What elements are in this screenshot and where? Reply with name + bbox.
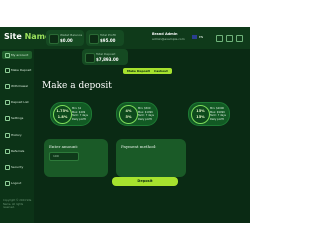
page-title: Make a deposit <box>42 81 112 91</box>
sidebar-item-label: History <box>11 133 22 137</box>
menu-icon[interactable] <box>236 35 243 42</box>
plan-term: Term: 7 days <box>72 114 88 117</box>
sidebar-item-label: Settings <box>11 116 24 120</box>
plan-term: Term: 7 days <box>138 114 154 117</box>
plan-details: Min: $1 Max: $499 Term: 7 days Daily pro… <box>72 107 88 121</box>
amount-input-value: 100 <box>53 154 59 158</box>
sidebar-item-label: Deposit List <box>11 100 29 104</box>
wallet-icon <box>49 34 59 44</box>
plan-card-2[interactable]: 4% 5% Min: $500 Max: $1999 Term: 7 days … <box>116 102 158 126</box>
total-deposit-card: Total Deposit $7,893.00 <box>82 49 128 65</box>
deposit-button[interactable]: Deposit <box>112 177 178 186</box>
total-profit-value: $95.00 <box>100 38 116 43</box>
amount-label: Enter amount: <box>49 144 79 149</box>
sidebar-item-label: My account <box>11 53 29 57</box>
payment-method-card[interactable]: Payment method: <box>116 139 186 177</box>
sidebar-item-label: Referrals <box>11 149 25 153</box>
plan-percent-2: 1.8% <box>57 115 68 119</box>
wallet-balance-label: Wallet Balance <box>60 33 83 37</box>
logout-icon <box>5 181 10 186</box>
sidebar: My account Make Deposit Withdrawal Depos… <box>0 49 34 223</box>
plan-min: Min: $2000 <box>210 107 225 110</box>
list-icon <box>5 100 10 105</box>
total-deposit-label: Total Deposit <box>96 52 116 56</box>
sidebar-item-label: Security <box>11 165 24 169</box>
withdrawal-icon <box>5 84 10 89</box>
amount-card: Enter amount: 100 <box>44 139 108 177</box>
plan-percent-1: 15% <box>196 109 205 113</box>
logo-site-text: Site <box>4 32 22 41</box>
payment-method-label: Payment method: <box>121 144 157 149</box>
language-selector[interactable]: EN <box>192 35 203 39</box>
cashout-button[interactable]: Cashout <box>150 68 172 74</box>
total-profit-label: Total Profit <box>100 33 116 37</box>
sidebar-item-my-account[interactable]: My account <box>2 51 32 59</box>
sidebar-item-referrals[interactable]: Referrals <box>2 147 32 155</box>
plan-percent-circle: 15% 15% <box>191 105 210 124</box>
plan-details: Min: $2000 Max: $9999 Term: 7 days Daily… <box>210 107 226 121</box>
sidebar-item-settings[interactable]: Settings <box>2 114 32 122</box>
copyright-text: Copyright © 2024 Site Name. All rights r… <box>3 199 32 209</box>
notification-icon[interactable] <box>216 35 223 42</box>
plan-percent-1: 1.75% <box>56 109 69 113</box>
total-deposit-value: $7,893.00 <box>96 57 119 62</box>
sidebar-item-label: Make Deposit <box>11 68 32 72</box>
wallet-balance-value: $0.00 <box>60 38 73 43</box>
wallet-balance-card: Wallet Balance $0.00 <box>46 30 84 46</box>
plan-profit: Daily profit <box>72 117 86 121</box>
language-code: EN <box>199 35 204 39</box>
settings-icon[interactable] <box>226 35 233 42</box>
plan-percent-circle: 4% 5% <box>119 105 138 124</box>
sidebar-item-withdrawal[interactable]: Withdrawal <box>2 82 32 90</box>
plan-term: Term: 7 days <box>210 114 226 117</box>
plan-card-3[interactable]: 15% 15% Min: $2000 Max: $9999 Term: 7 da… <box>188 102 230 126</box>
deposit-icon <box>5 68 10 73</box>
user-name: Brand Admin <box>152 32 178 36</box>
sidebar-item-security[interactable]: Security <box>2 163 32 171</box>
top-bar: Site Name Wallet Balance $0.00 Total Pro… <box>0 27 250 49</box>
plan-card-1[interactable]: 1.75% 1.8% Min: $1 Max: $499 Term: 7 day… <box>50 102 92 126</box>
amount-input[interactable]: 100 <box>49 152 79 161</box>
deposit-total-icon <box>85 53 95 63</box>
flag-icon <box>192 35 197 39</box>
plan-profit: Daily profit <box>210 117 224 121</box>
app-frame: Site Name Wallet Balance $0.00 Total Pro… <box>0 27 250 223</box>
plan-percent-2: 5% <box>125 115 132 119</box>
total-profit-card: Total Profit $95.00 <box>86 30 124 46</box>
referrals-icon <box>5 149 10 154</box>
sidebar-item-history[interactable]: History <box>2 131 32 139</box>
site-logo[interactable]: Site Name <box>4 32 50 41</box>
history-icon <box>5 133 10 138</box>
user-email: admin@example.com <box>152 37 185 41</box>
profit-icon <box>89 34 99 44</box>
shield-icon <box>5 165 10 170</box>
sidebar-item-label: Withdrawal <box>11 84 28 88</box>
sidebar-item-deposit-list[interactable]: Deposit List <box>2 98 32 106</box>
plan-percent-circle: 1.75% 1.8% <box>53 105 72 124</box>
plan-details: Min: $500 Max: $1999 Term: 7 days Daily … <box>138 107 154 121</box>
plan-percent-2: 15% <box>196 115 205 119</box>
account-icon <box>5 53 10 58</box>
gear-icon <box>5 116 10 121</box>
plan-profit: Daily profit <box>138 117 152 121</box>
plan-percent-1: 4% <box>125 109 132 113</box>
sidebar-item-make-deposit[interactable]: Make Deposit <box>2 66 32 74</box>
sidebar-item-logout[interactable]: Logout <box>2 179 32 187</box>
sidebar-item-label: Logout <box>11 181 22 185</box>
